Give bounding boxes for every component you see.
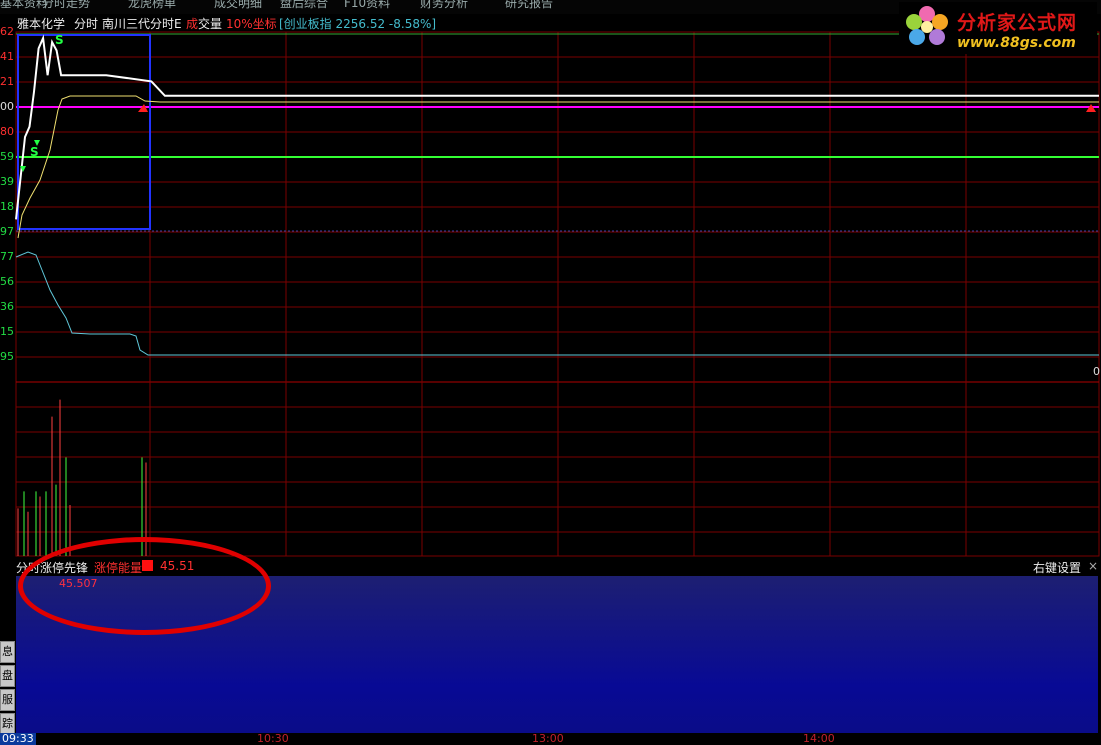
volume-layer — [17, 399, 147, 556]
flower-icon — [906, 6, 948, 45]
side-tab-quote[interactable]: 盘 — [0, 665, 15, 687]
time-label: 10:30 — [257, 732, 289, 745]
time-label-current: 09:33 — [0, 732, 36, 745]
logo-url: www.88gs.com — [957, 35, 1076, 51]
logo-title: 分析家公式网 — [957, 12, 1078, 34]
price-axis-label: 21 — [0, 75, 14, 88]
side-tab-strip: 息 盘 服 踪 — [0, 641, 15, 737]
side-tab-info[interactable]: 息 — [0, 641, 15, 663]
price-axis-label: 80 — [0, 125, 14, 138]
volume-label-b: 交量 — [198, 17, 223, 31]
stock-name: 雅本化学 — [17, 17, 66, 31]
close-icon[interactable]: × — [1088, 559, 1098, 573]
chart-mode-label[interactable]: 分时 — [74, 15, 98, 32]
price-axis-label: 56 — [0, 275, 14, 288]
coordinate-mode[interactable]: 10%坐标 — [226, 15, 277, 32]
price-axis-label: 62 — [0, 25, 14, 38]
price-axis-label: 59 — [0, 150, 14, 163]
right-axis-zero: 0 — [1093, 365, 1100, 378]
index-quote: [创业板指 2256.52 -8.58%] — [279, 17, 437, 31]
side-tab-service[interactable]: 服 — [0, 689, 15, 711]
price-axis-label: 95 — [0, 350, 14, 363]
price-axis-label: 18 — [0, 200, 14, 213]
price-axis-label: 36 — [0, 300, 14, 313]
price-axis-label: 41 — [0, 50, 14, 63]
price-axis-label: 15 — [0, 325, 14, 338]
buy-marker: S — [30, 145, 39, 159]
chart-grid — [15, 31, 1100, 557]
stock-info-bar: 雅本化学 分时 南川三代分时E 成 交量 10%坐标 [创业板指 2256.52… — [0, 14, 900, 32]
volume-label-a: 成 — [186, 17, 199, 31]
time-label: 14:00 — [803, 732, 835, 745]
time-axis: 09:33 10:30 13:00 14:00 — [0, 733, 1101, 745]
price-axis-label: 00 — [0, 100, 14, 113]
highlight-oval — [18, 537, 271, 635]
price-axis-label: 77 — [0, 250, 14, 263]
settings-hint[interactable]: 右键设置 — [1033, 559, 1081, 576]
indicator-name[interactable]: 南川三代分时E — [102, 15, 182, 32]
site-logo: 分析家公式网 www.88gs.com — [899, 2, 1097, 54]
time-label: 13:00 — [532, 732, 564, 745]
price-axis-label: 97 — [0, 225, 14, 238]
sell-marker: S — [55, 33, 64, 47]
price-axis-label: 39 — [0, 175, 14, 188]
